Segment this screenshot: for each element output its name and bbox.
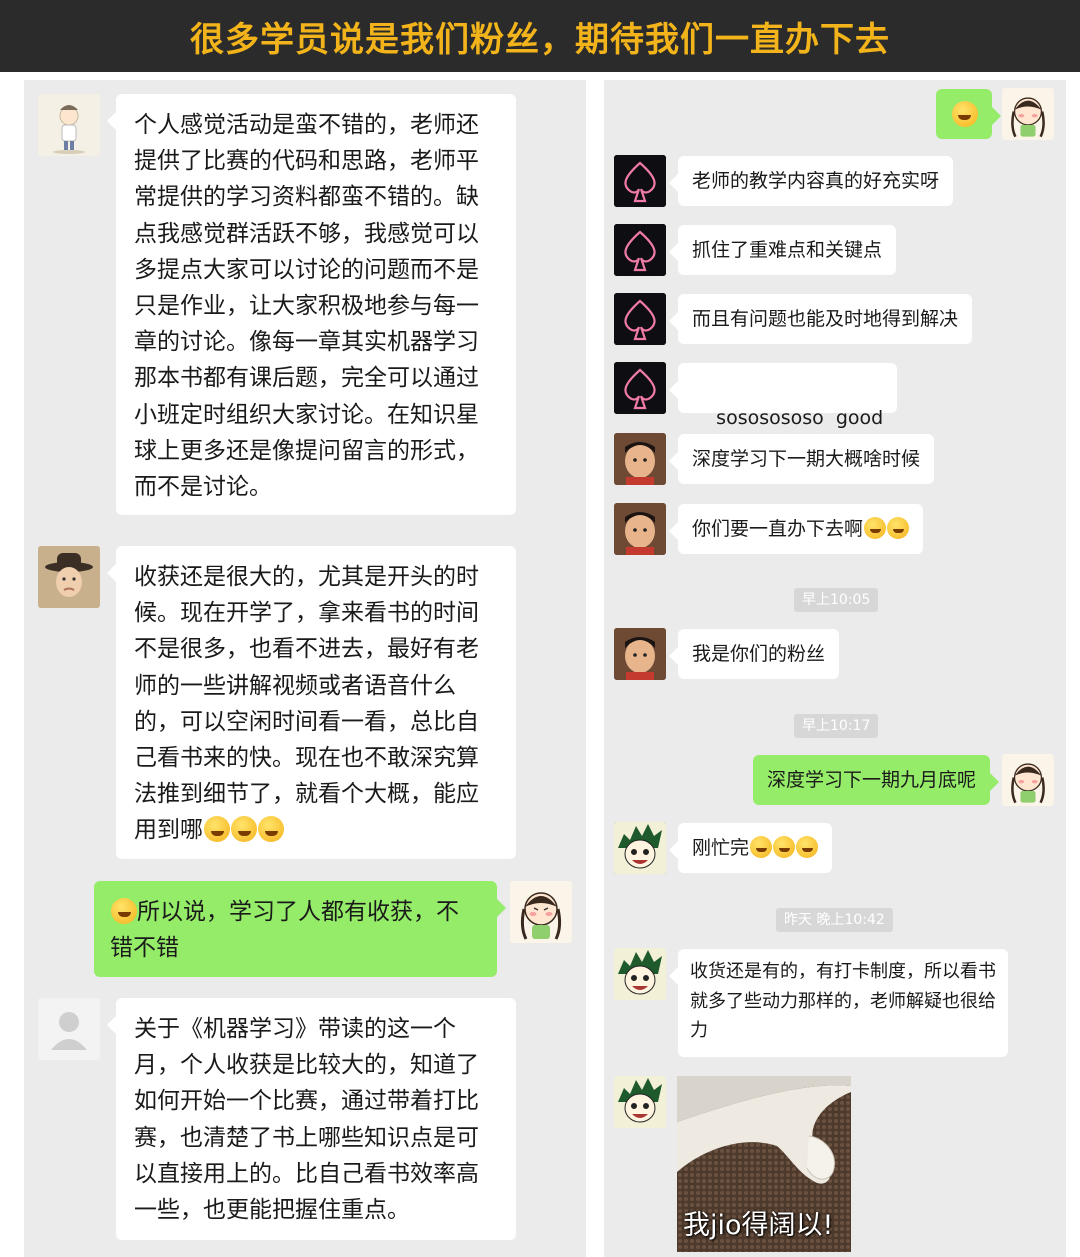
laugh-tears-emoji-icon [258,816,284,843]
message-bubble[interactable]: 老师的教学内容真的好充实呀 [668,156,954,206]
message-bubble[interactable]: 而且有问题也能及时地得到解决 [668,294,973,344]
sent-message-bubble[interactable]: 所以说，学习了人都有收获，不错不错 [94,881,506,977]
message-text: 刚忙完 [692,837,750,859]
avatar-child-sketch[interactable] [38,94,100,156]
timestamp: 早上10:17 [794,714,879,738]
sticker-image[interactable]: 我jio得阔以! [677,1076,851,1252]
laugh-tears-emoji-icon [796,836,819,858]
message-bubble[interactable]: 刚忙完 [668,823,833,873]
message-bubble[interactable]: 个人感觉活动是蛮不错的，老师还提供了比赛的代码和思路，老师平常提供的学习资料都蛮… [107,94,516,515]
avatar-kid-photo[interactable] [614,433,666,485]
smile-emoji-icon [111,898,137,924]
message-text: 我是你们的粉丝 [692,643,826,665]
avatar-spade[interactable] [614,224,666,276]
laugh-tears-emoji-icon [864,517,887,539]
avatar-girl-braids[interactable] [1002,754,1054,806]
sent-message-bubble[interactable]: 深度学习下一期九月底呢 [752,755,1000,805]
message-text: 而且有问题也能及时地得到解决 [692,308,959,330]
message-text: 深度学习下一期九月底呢 [766,769,976,791]
message-bubble[interactable]: 你们要一直办下去啊 [668,504,924,554]
sent-emoji-bubble[interactable] [936,89,1001,139]
message-text: sososososo good [716,407,884,429]
laugh-tears-emoji-icon [887,517,910,539]
message-bubble[interactable]: sososososo good [668,363,898,429]
message-bubble[interactable]: 关于《机器学习》带读的这一个月，个人收获是比较大的，知道了如何开始一个比赛，通过… [107,998,516,1240]
banner: 很多学员说是我们粉丝，期待我们一直办下去 [0,0,1080,72]
timestamp: 昨天 晚上10:42 [776,908,893,932]
avatar-anime-boy[interactable] [614,948,666,1000]
laugh-tears-emoji-icon [750,836,773,858]
message-text: 收货还是有的，有打卡制度，所以看书就多了些动力那样的，老师解疑也很给力 [690,961,996,1041]
message-bubble[interactable]: 抓住了重难点和关键点 [668,225,897,275]
message-text: 关于《机器学习》带读的这一个月，个人收获是比较大的，知道了如何开始一个比赛，通过… [134,1016,479,1224]
laugh-tears-emoji-icon [204,816,230,843]
avatar-spade[interactable] [614,362,666,414]
banner-title: 很多学员说是我们粉丝，期待我们一直办下去 [190,19,890,60]
message-bubble[interactable]: 收获还是很大的，尤其是开头的时候。现在开学了，拿来看书的时间不是很多，也看不进去… [107,546,516,859]
message-bubble[interactable]: 收货还是有的，有打卡制度，所以看书就多了些动力那样的，老师解疑也很给力 [669,949,1008,1057]
laugh-tears-emoji-icon [773,836,796,858]
avatar-spade[interactable] [614,293,666,345]
message-text: 个人感觉活动是蛮不错的，老师还提供了比赛的代码和思路，老师平常提供的学习资料都蛮… [134,112,479,501]
left-chat-panel[interactable]: 个人感觉活动是蛮不错的，老师还提供了比赛的代码和思路，老师平常提供的学习资料都蛮… [24,80,586,1257]
message-text: 你们要一直办下去啊 [692,518,864,540]
avatar-anime-boy[interactable] [614,1076,666,1128]
avatar-girl-braids[interactable] [510,881,572,943]
avatar-kid-photo[interactable] [614,628,666,680]
avatar-kid-photo[interactable] [614,503,666,555]
avatar-default-user[interactable] [38,998,100,1060]
avatar-anime-boy[interactable] [614,822,666,874]
message-bubble[interactable]: 深度学习下一期大概啥时候 [668,434,935,484]
sticker-caption: 我jio得阔以! [683,1210,834,1241]
avatar-boy-hat[interactable] [38,546,100,608]
message-text: 老师的教学内容真的好充实呀 [692,170,940,192]
message-text: 收获还是很大的，尤其是开头的时候。现在开学了，拿来看书的时间不是很多，也看不进去… [134,564,479,844]
message-text: 抓住了重难点和关键点 [692,239,883,261]
message-text: 深度学习下一期大概啥时候 [692,448,921,470]
smile-emoji-icon [951,101,978,127]
message-text: 所以说，学习了人都有收获，不错不错 [110,899,459,962]
timestamp: 早上10:05 [794,588,879,612]
laugh-tears-emoji-icon [231,816,257,843]
message-bubble[interactable]: 我是你们的粉丝 [668,629,840,679]
right-chat-panel[interactable]: 老师的教学内容真的好充实呀 抓住了重难点和关键点 而且有问题也能及时地得到解决 … [604,80,1066,1257]
avatar-spade[interactable] [614,155,666,207]
avatar-girl-braids[interactable] [1002,88,1054,140]
